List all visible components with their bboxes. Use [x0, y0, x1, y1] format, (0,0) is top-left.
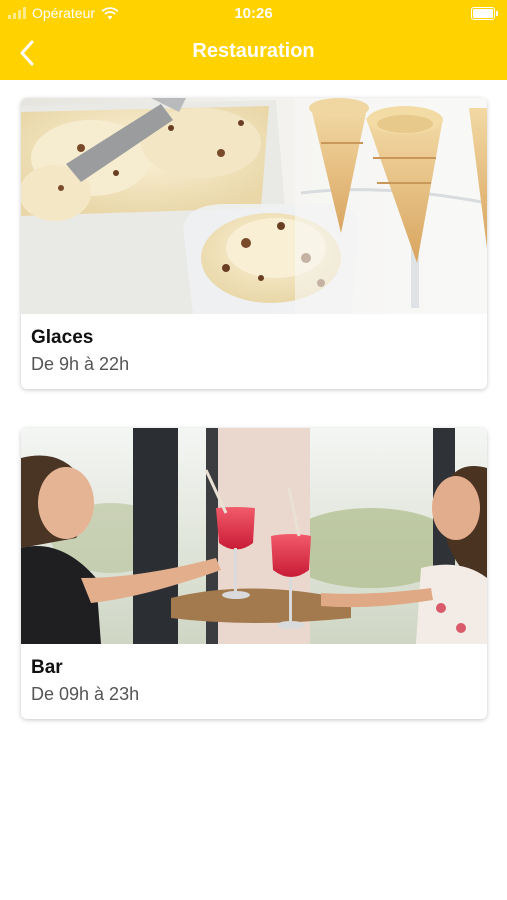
- list-item-bar[interactable]: Bar De 09h à 23h: [21, 428, 487, 719]
- item-hours: De 9h à 22h: [31, 354, 130, 374]
- app-header: Opérateur 10:26 Restauration: [0, 0, 507, 80]
- battery-icon: [471, 7, 498, 20]
- status-time: 10:26: [234, 5, 273, 22]
- nav-bar: Restauration: [0, 30, 507, 76]
- restaurant-list: Glaces De 9h à 22h Bar De 09h à 23h: [0, 80, 507, 900]
- page-title: Restauration: [192, 40, 315, 62]
- item-name: Glaces: [31, 327, 94, 348]
- ice-cream-photo: [21, 98, 487, 314]
- item-hours: De 09h à 23h: [31, 684, 140, 704]
- status-bar: Opérateur 10:26: [0, 0, 507, 28]
- list-item-glaces[interactable]: Glaces De 9h à 22h: [21, 98, 487, 389]
- cocktail-toast-photo: [21, 428, 487, 644]
- item-name: Bar: [31, 657, 63, 678]
